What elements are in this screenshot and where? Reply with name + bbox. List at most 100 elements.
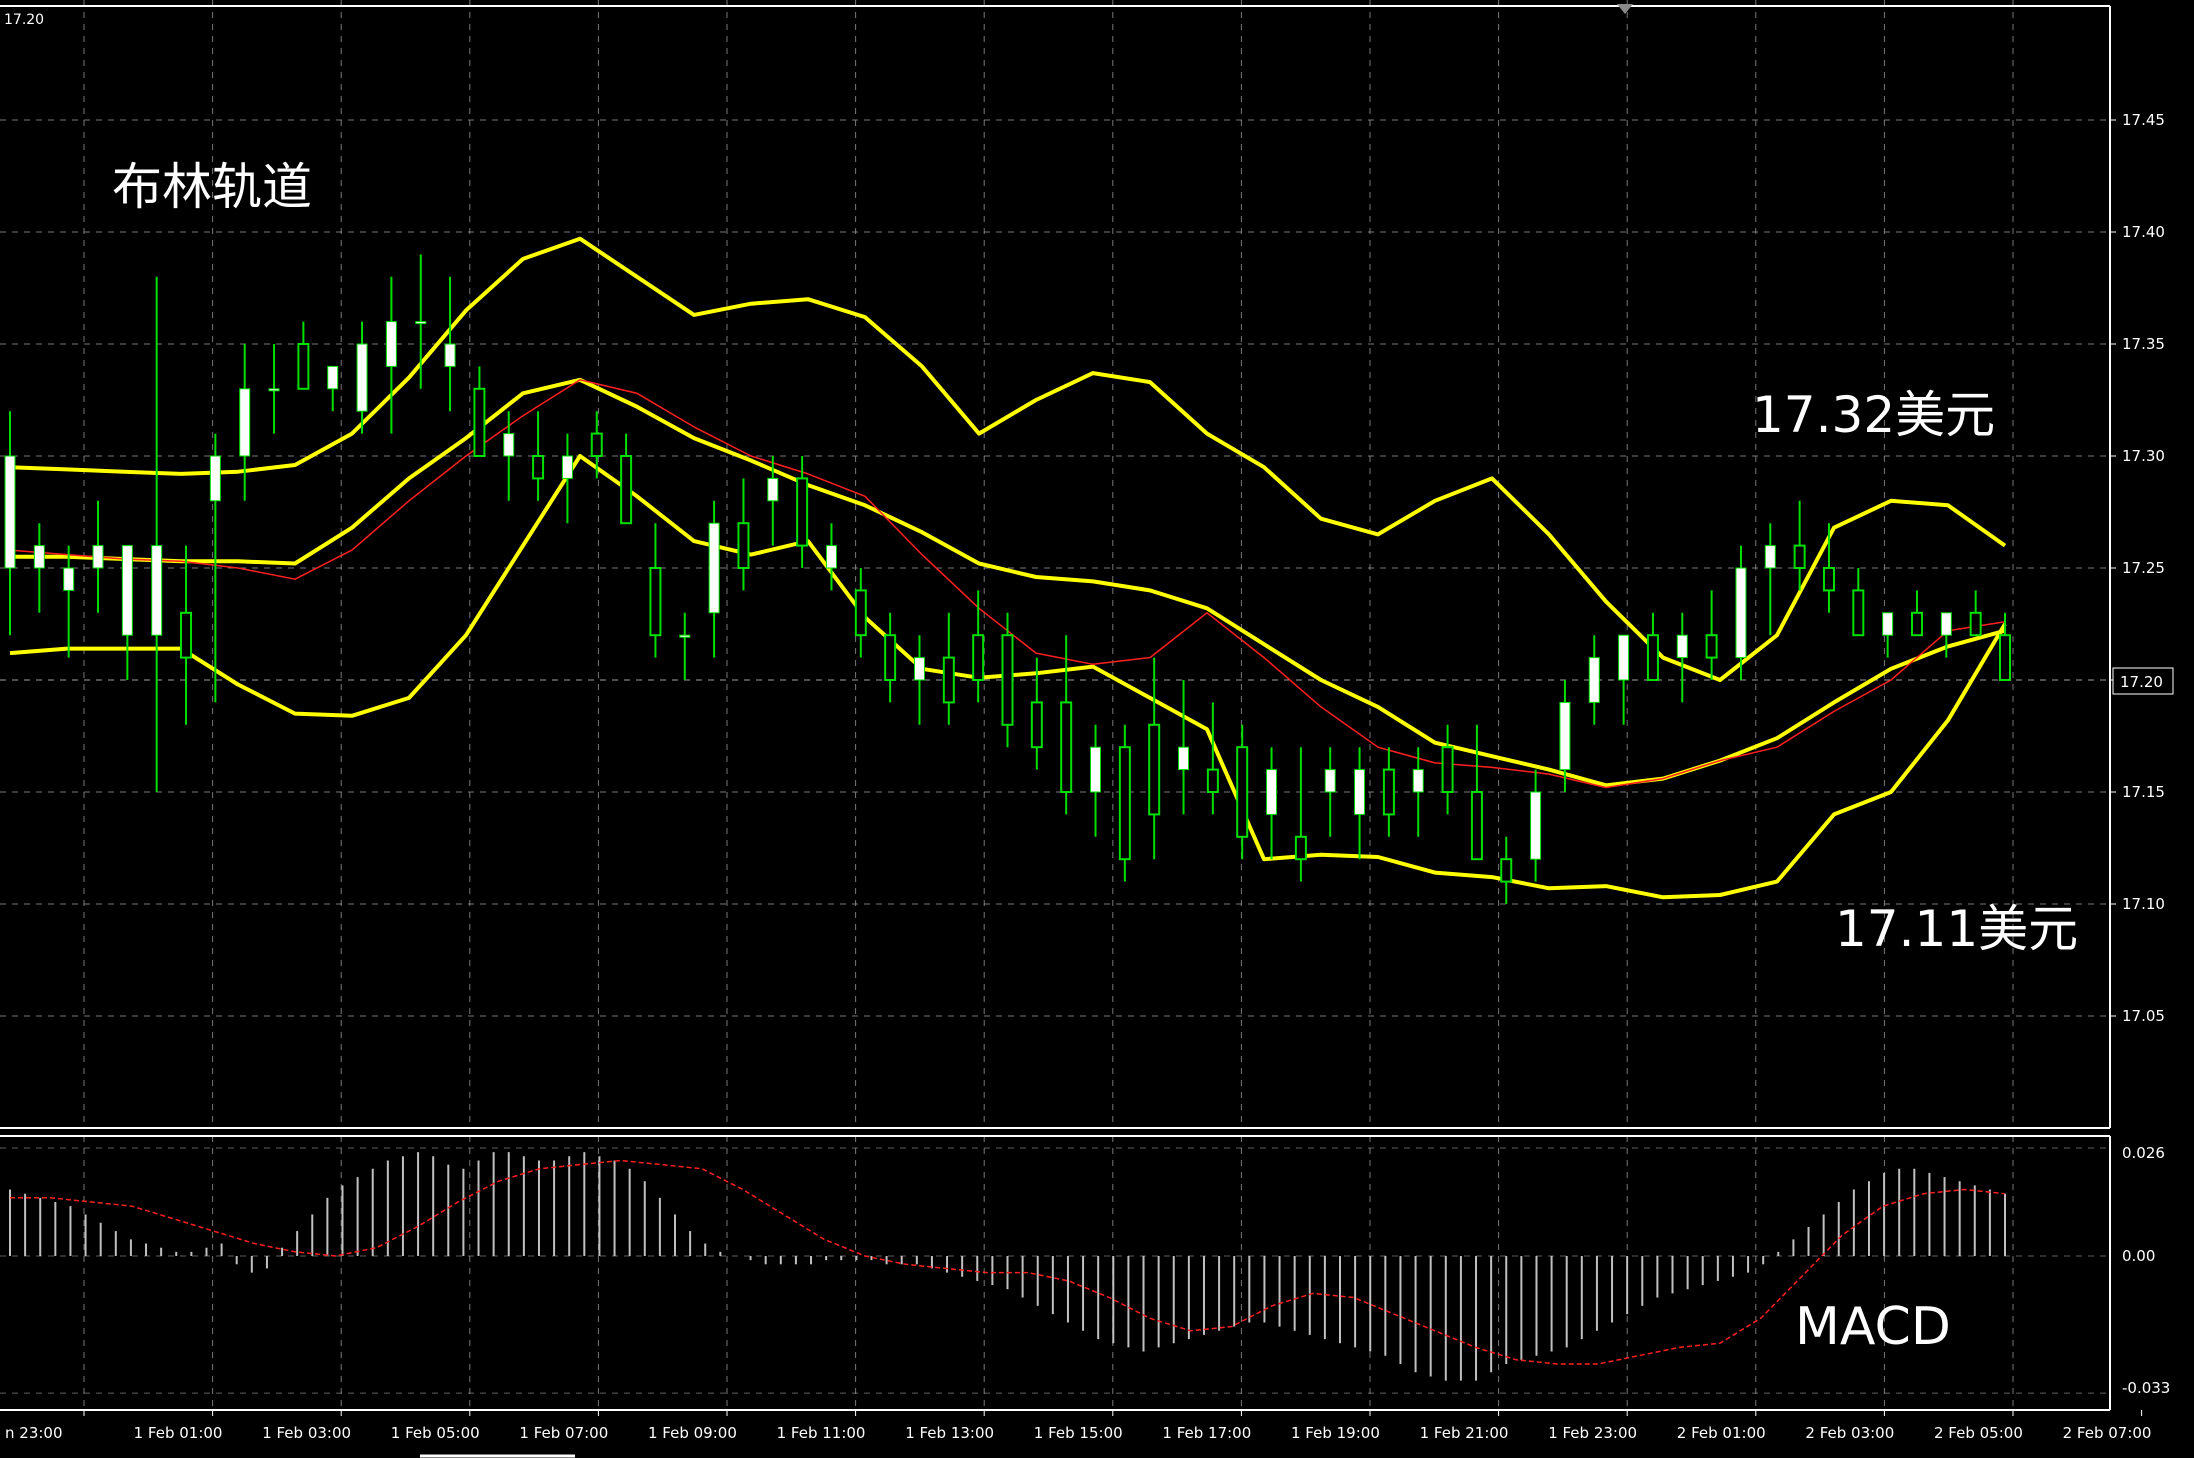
candle-body-up <box>209 455 221 502</box>
candle-body-up <box>1266 769 1278 815</box>
x-tick-label: 1 Feb 11:00 <box>777 1424 866 1442</box>
candle-body-up <box>92 545 104 569</box>
candle-body-up <box>1764 545 1776 569</box>
y-tick-label: 17.15 <box>2122 783 2165 801</box>
candle-body-down <box>1500 858 1513 883</box>
candle-body-down <box>1060 701 1073 794</box>
candle-body-down <box>1793 544 1806 569</box>
candle-body-down <box>854 589 867 637</box>
candle-body-down <box>1646 634 1659 682</box>
candle-body-up <box>503 433 515 457</box>
candle-body-up <box>1559 701 1571 771</box>
x-tick-label: 1 Feb 03:00 <box>262 1424 351 1442</box>
x-tick-label: 2 Feb 03:00 <box>1805 1424 1894 1442</box>
candle-body-down <box>297 343 310 390</box>
candle-body-up <box>327 365 339 390</box>
candle-body-down <box>1118 746 1131 861</box>
candle-body-up <box>33 545 45 569</box>
candle-body-up <box>1354 769 1366 815</box>
candle-body-up <box>444 343 456 367</box>
candle-body-up <box>151 545 163 636</box>
candle-body-up <box>679 634 691 638</box>
x-tick-label: 1 Feb 23:00 <box>1548 1424 1637 1442</box>
macd-y-tick-label: 0.026 <box>2122 1144 2165 1162</box>
y-tick-label: 17.10 <box>2122 895 2165 913</box>
candle-body-up <box>1940 612 1952 636</box>
candle-body-down <box>1030 701 1043 749</box>
candle-body-down <box>1001 634 1014 726</box>
candle-body-up <box>767 477 779 502</box>
candle-body-up <box>913 657 925 681</box>
x-tick-label: 1 Feb 19:00 <box>1291 1424 1380 1442</box>
candle-body-down <box>1294 835 1307 861</box>
y-tick-label: 17.40 <box>2122 223 2165 241</box>
macd-y-tick-label: -0.033 <box>2122 1379 2170 1397</box>
candle-body-up <box>239 388 251 457</box>
x-tick-label: 1 Feb 05:00 <box>391 1424 480 1442</box>
candle-body-down <box>1705 634 1718 659</box>
x-tick-label: 1 Feb 01:00 <box>134 1424 223 1442</box>
x-tick-label: 1 Feb 15:00 <box>1034 1424 1123 1442</box>
annotation-lower-price: 17.11美元 <box>1835 900 2078 958</box>
candle-body-up <box>708 522 720 614</box>
candle-body-up <box>4 455 16 569</box>
candle-body-up <box>1530 791 1542 860</box>
candle-body-up <box>1676 634 1688 659</box>
candle-body-down <box>590 432 603 458</box>
candle-body-down <box>1999 634 2011 682</box>
candle-body-down <box>884 634 897 682</box>
candle-body-down <box>1441 746 1454 794</box>
chart-canvas: 17.45 17.40 17.35 17.30 17.25 17.15 17.10 17.05… <box>0 0 2194 1458</box>
annotation-upper-price: 17.32美元 <box>1752 386 1995 444</box>
candle-body-up <box>1324 769 1336 793</box>
candle-body-down <box>1822 567 1835 592</box>
candle-body-up <box>121 545 133 636</box>
candle-body-up <box>268 388 280 392</box>
candle-body-down <box>1382 768 1395 816</box>
candle-body-down <box>1148 723 1161 816</box>
candle-body-up <box>415 321 427 325</box>
candle-body-down <box>1852 589 1865 637</box>
macd-title: MACD <box>1795 1297 1951 1357</box>
candle-body-up <box>1618 634 1630 681</box>
candle-body-down <box>473 387 486 457</box>
price-corner-label: 17.20 <box>4 12 44 28</box>
candle-body-up <box>1178 746 1190 771</box>
y-tick-label: 17.35 <box>2122 335 2165 353</box>
candle-body-down <box>737 522 750 570</box>
x-tick-label: n 23:00 <box>5 1424 63 1442</box>
candle-body-up <box>1412 769 1424 793</box>
x-tick-label: 2 Feb 07:00 <box>2063 1424 2152 1442</box>
candle-body-down <box>1969 611 1982 637</box>
candle-body-down <box>1910 611 1923 637</box>
candle-body-down <box>796 477 809 547</box>
candle-body-up <box>1588 657 1600 703</box>
x-tick-label: 2 Feb 05:00 <box>1934 1424 2023 1442</box>
y-tick-label: 17.45 <box>2122 111 2165 129</box>
candle-body-up <box>561 455 573 479</box>
chart-title: 布林轨道 <box>112 158 312 216</box>
x-tick-label: 1 Feb 07:00 <box>519 1424 608 1442</box>
x-tick-label: 1 Feb 09:00 <box>648 1424 737 1442</box>
x-tick-label: 2 Feb 01:00 <box>1677 1424 1766 1442</box>
y-tick-label: 17.30 <box>2122 447 2165 465</box>
current-price-label: 17.20 <box>2120 673 2163 691</box>
x-tick-label: 1 Feb 21:00 <box>1420 1424 1509 1442</box>
y-tick-label: 17.05 <box>2122 1007 2165 1025</box>
candle-body-down <box>942 656 955 704</box>
x-tick-label: 1 Feb 17:00 <box>1162 1424 1251 1442</box>
candle-body-up <box>825 545 837 569</box>
chart-background <box>0 0 2194 1458</box>
candle-body-up <box>1735 567 1747 659</box>
candle-body-up <box>385 321 397 367</box>
candle-body-down <box>1206 768 1219 793</box>
candle-body-down <box>620 455 633 525</box>
x-tick-label: 1 Feb 13:00 <box>905 1424 994 1442</box>
candle-body-down <box>649 567 662 637</box>
candle-body-up <box>63 567 75 591</box>
candle-body-up <box>1882 612 1894 636</box>
macd-y-tick-label: 0.00 <box>2122 1247 2155 1265</box>
candle-body-down <box>972 634 985 682</box>
candle-body-down <box>532 455 545 480</box>
candle-body-down <box>1470 791 1483 861</box>
